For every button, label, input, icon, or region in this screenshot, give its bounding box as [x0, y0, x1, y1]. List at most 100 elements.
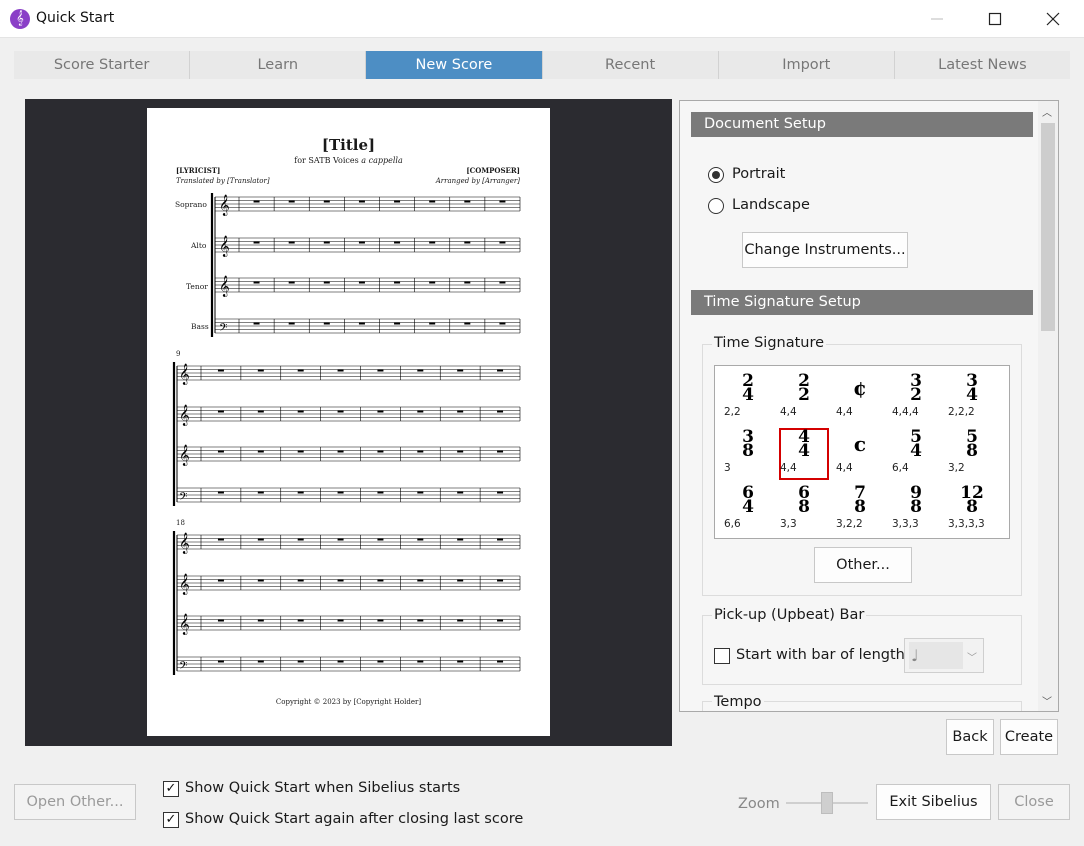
- time-signature-option[interactable]: 12 8 3,3,3,3: [948, 485, 995, 534]
- whole-rest: [377, 538, 384, 541]
- whole-rest: [497, 660, 504, 663]
- time-signature-bottom: 2: [798, 385, 810, 405]
- time-signature-option[interactable]: 3 4 2,2,2: [948, 373, 995, 422]
- time-signature-option[interactable]: ¢ 4,4: [836, 374, 883, 422]
- scroll-thumb[interactable]: [1041, 123, 1055, 331]
- beam-group-label: 4,4: [836, 462, 853, 474]
- whole-rest: [257, 660, 264, 663]
- whole-rest: [253, 281, 260, 284]
- time-signature-option[interactable]: 2 2 4,4: [780, 373, 827, 422]
- whole-rest: [297, 660, 304, 663]
- bass-clef-icon: 𝄢: [219, 322, 227, 337]
- tab-import[interactable]: Import: [718, 51, 895, 79]
- tab-new-score[interactable]: New Score: [366, 51, 543, 79]
- whole-rest: [257, 491, 264, 494]
- time-signature-setup-header: Time Signature Setup: [691, 290, 1033, 315]
- beam-group-label: 3,3,3,3: [948, 518, 985, 530]
- whole-rest: [377, 369, 384, 372]
- time-signature-option[interactable]: 2 4 2,2: [724, 373, 771, 422]
- landscape-label[interactable]: Landscape: [732, 197, 810, 213]
- landscape-radio[interactable]: [708, 198, 724, 214]
- time-signature-bottom: 8: [966, 441, 978, 461]
- pickup-checkbox[interactable]: [714, 648, 730, 664]
- time-signature-option[interactable]: 5 4 6,4: [892, 429, 939, 478]
- create-button[interactable]: Create: [1000, 719, 1058, 755]
- beam-group-label: 6,6: [724, 518, 741, 530]
- time-signature-option[interactable]: 6 4 6,6: [724, 485, 771, 534]
- time-signature-option[interactable]: 9 8 3,3,3: [892, 485, 939, 534]
- beam-group-label: 3,3: [780, 518, 797, 530]
- time-signature-bottom: 8: [966, 497, 978, 517]
- whole-rest: [457, 538, 464, 541]
- back-button[interactable]: Back: [946, 719, 994, 755]
- time-signature-fraction: 32: [893, 373, 939, 404]
- beam-group-label: 2,2: [724, 406, 741, 418]
- time-signature-option[interactable]: 7 8 3,2,2: [836, 485, 883, 534]
- zoom-slider[interactable]: [786, 792, 868, 814]
- minimize-button[interactable]: [908, 0, 966, 38]
- time-signature-fraction: 22: [781, 373, 827, 405]
- pickup-checkbox-label[interactable]: Start with bar of length:: [736, 647, 910, 663]
- show-after-close-label[interactable]: Show Quick Start again after closing las…: [185, 811, 523, 827]
- whole-rest: [288, 281, 295, 284]
- treble-clef-icon: 𝄞: [179, 574, 190, 595]
- tab-score-starter[interactable]: Score Starter: [14, 51, 191, 79]
- close-window-button[interactable]: [1024, 0, 1082, 38]
- whole-rest: [377, 660, 384, 663]
- time-signature-symbol: c: [853, 432, 867, 456]
- beam-group-label: 3,2,2: [836, 518, 863, 530]
- close-button[interactable]: Close: [998, 784, 1070, 820]
- whole-rest: [288, 241, 295, 244]
- tab-recent[interactable]: Recent: [542, 51, 719, 79]
- whole-rest: [297, 579, 304, 582]
- exit-sibelius-button[interactable]: Exit Sibelius: [876, 784, 991, 820]
- show-on-start-label[interactable]: Show Quick Start when Sibelius starts: [185, 780, 460, 796]
- whole-rest: [358, 322, 365, 325]
- whole-rest: [457, 619, 464, 622]
- whole-rest: [429, 241, 436, 244]
- beam-group-label: 2,2,2: [948, 406, 975, 418]
- zoom-slider-thumb[interactable]: [821, 792, 833, 814]
- treble-clef-icon: 𝄞: [179, 364, 190, 385]
- whole-rest: [417, 410, 424, 413]
- whole-rest: [257, 369, 264, 372]
- time-signature-option[interactable]: 5 8 3,2: [948, 429, 995, 478]
- score-page: [Title] for SATB Voices a cappella [LYRI…: [147, 108, 550, 736]
- whole-rest: [497, 619, 504, 622]
- time-signature-option[interactable]: 6 8 3,3: [780, 485, 827, 534]
- time-signature-fraction: 44: [781, 429, 827, 460]
- portrait-label[interactable]: Portrait: [732, 166, 785, 182]
- tab-latest-news[interactable]: Latest News: [894, 51, 1071, 79]
- whole-rest: [323, 322, 330, 325]
- whole-rest: [288, 322, 295, 325]
- time-signature-bottom: 4: [910, 441, 922, 461]
- whole-rest: [323, 281, 330, 284]
- open-other-button[interactable]: Open Other...: [14, 784, 136, 820]
- scroll-up-icon[interactable]: ︿: [1042, 104, 1052, 119]
- pickup-length-dropdown[interactable]: ♩ ﹀: [904, 638, 984, 673]
- time-signature-option[interactable]: c 4,4: [836, 430, 883, 478]
- tab-learn[interactable]: Learn: [190, 51, 367, 79]
- time-signature-bottom: 4: [742, 385, 754, 405]
- time-signature-fraction: 58: [949, 429, 995, 461]
- whole-rest: [217, 538, 224, 541]
- portrait-radio[interactable]: [708, 167, 724, 183]
- maximize-button[interactable]: [966, 0, 1024, 38]
- show-after-close-checkbox[interactable]: ✓: [163, 812, 179, 828]
- minimize-icon: [931, 18, 943, 20]
- chevron-down-icon: ﹀: [967, 653, 977, 664]
- time-signature-option[interactable]: 3 2 4,4,4: [892, 373, 939, 422]
- change-instruments-button[interactable]: Change Instruments...: [742, 232, 908, 268]
- other-time-signature-button[interactable]: Other...: [814, 547, 912, 583]
- whole-rest: [217, 619, 224, 622]
- whole-rest: [323, 200, 330, 203]
- time-signature-option[interactable]: 4 4 4,4: [779, 428, 829, 480]
- whole-rest: [337, 450, 344, 453]
- scroll-down-icon[interactable]: ﹀: [1042, 693, 1052, 708]
- show-on-start-checkbox[interactable]: ✓: [163, 781, 179, 797]
- whole-rest: [497, 410, 504, 413]
- time-signature-option[interactable]: 383: [724, 429, 771, 478]
- panel-scrollbar[interactable]: ︿ ﹀: [1038, 101, 1058, 711]
- title-bar: 𝄞 Quick Start: [0, 0, 1084, 38]
- treble-clef-icon: 𝄞: [179, 533, 190, 554]
